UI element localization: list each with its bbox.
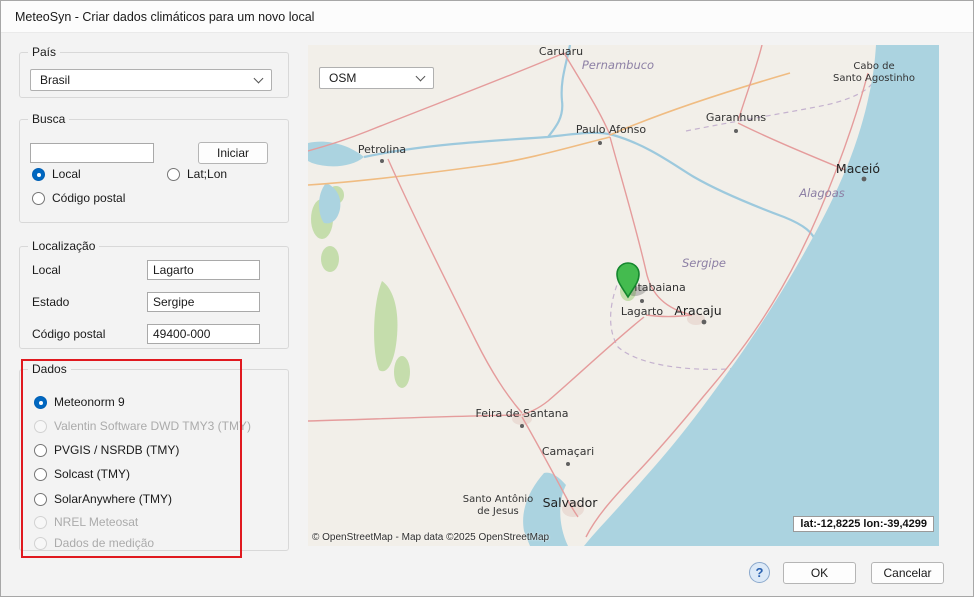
map-label-camacari: Camaçari bbox=[542, 445, 594, 458]
radio-valentin-dwd-tmy3: Valentin Software DWD TMY3 (TMY) bbox=[34, 419, 251, 433]
radio-dados-medicao: Dados de medição bbox=[34, 536, 154, 550]
map-label-cabo-line2: Santo Agostinho bbox=[833, 73, 915, 84]
map-label-santo-antonio-line2: de Jesus bbox=[477, 506, 519, 517]
window-title: MeteoSyn - Criar dados climáticos para u… bbox=[15, 10, 314, 24]
radio-circle bbox=[34, 493, 47, 506]
radio-circle bbox=[32, 168, 45, 181]
search-group: Busca Iniciar Local Lat;Lon Código posta… bbox=[19, 119, 289, 223]
radio-search-local[interactable]: Local bbox=[32, 167, 81, 181]
radio-circle bbox=[34, 420, 47, 433]
radio-label: Código postal bbox=[52, 191, 125, 205]
search-start-button[interactable]: Iniciar bbox=[198, 142, 268, 164]
data-source-group-label: Dados bbox=[28, 362, 71, 377]
country-group: País Brasil bbox=[19, 52, 289, 98]
country-group-label: País bbox=[28, 45, 60, 60]
field-label-postal: Código postal bbox=[32, 327, 105, 341]
location-group: Localização Local Estado Código postal bbox=[19, 246, 289, 349]
country-select-value: Brasil bbox=[40, 73, 70, 87]
map-label-pernambuco: Pernambuco bbox=[582, 58, 654, 72]
radio-circle bbox=[167, 168, 180, 181]
radio-label: Dados de medição bbox=[54, 536, 154, 550]
map-canvas[interactable]: Pernambuco Caruaru Cabo de Santo Agostin… bbox=[308, 45, 939, 546]
radio-circle bbox=[34, 396, 47, 409]
map-label-alagoas: Alagoas bbox=[798, 186, 844, 200]
field-label-local: Local bbox=[32, 263, 61, 277]
map-label-petrolina: Petrolina bbox=[358, 143, 406, 156]
map-label-garanhuns: Garanhuns bbox=[706, 111, 766, 124]
radio-label: Solcast (TMY) bbox=[54, 467, 130, 481]
window-title-bar: MeteoSyn - Criar dados climáticos para u… bbox=[1, 1, 973, 33]
radio-label: Meteonorm 9 bbox=[54, 395, 125, 409]
radio-label: SolarAnywhere (TMY) bbox=[54, 492, 172, 506]
radio-circle bbox=[34, 468, 47, 481]
field-postal-input[interactable] bbox=[147, 324, 260, 344]
radio-solaranywhere[interactable]: SolarAnywhere (TMY) bbox=[34, 492, 172, 506]
map-layer-select[interactable]: OSM bbox=[319, 67, 434, 89]
meteosyn-dialog: MeteoSyn - Criar dados climáticos para u… bbox=[0, 0, 974, 597]
radio-label: Valentin Software DWD TMY3 (TMY) bbox=[54, 419, 251, 433]
search-input[interactable] bbox=[30, 143, 154, 163]
radio-circle bbox=[34, 444, 47, 457]
map-label-paulo-afonso: Paulo Afonso bbox=[576, 123, 647, 136]
radio-search-latlon[interactable]: Lat;Lon bbox=[167, 167, 227, 181]
ok-button[interactable]: OK bbox=[783, 562, 856, 584]
location-group-label: Localização bbox=[28, 239, 99, 254]
map-label-aracaju: Aracaju bbox=[674, 303, 721, 318]
radio-circle bbox=[32, 192, 45, 205]
map-attribution: © OpenStreetMap - Map data ©2025 OpenStr… bbox=[312, 532, 549, 543]
field-local-input[interactable] bbox=[147, 260, 260, 280]
radio-search-postal[interactable]: Código postal bbox=[32, 191, 125, 205]
radio-meteonorm9[interactable]: Meteonorm 9 bbox=[34, 395, 125, 409]
radio-circle bbox=[34, 516, 47, 529]
help-button[interactable]: ? bbox=[749, 562, 770, 583]
field-label-estado: Estado bbox=[32, 295, 69, 309]
chevron-down-icon bbox=[416, 72, 426, 82]
map-label-lagarto: Lagarto bbox=[621, 305, 663, 318]
radio-label: Lat;Lon bbox=[187, 167, 227, 181]
radio-pvgis-nsrdb[interactable]: PVGIS / NSRDB (TMY) bbox=[34, 443, 179, 457]
map-label-sergipe: Sergipe bbox=[682, 256, 726, 270]
map-label-salvador: Salvador bbox=[543, 495, 599, 510]
radio-label: NREL Meteosat bbox=[54, 515, 138, 529]
map-label-santo-antonio-line1: Santo Antônio bbox=[463, 493, 533, 505]
map-panel[interactable]: Pernambuco Caruaru Cabo de Santo Agostin… bbox=[308, 45, 939, 546]
radio-solcast[interactable]: Solcast (TMY) bbox=[34, 467, 130, 481]
cancel-button[interactable]: Cancelar bbox=[871, 562, 944, 584]
map-label-caruaru: Caruaru bbox=[539, 45, 583, 58]
field-estado-input[interactable] bbox=[147, 292, 260, 312]
radio-label: Local bbox=[52, 167, 81, 181]
map-coordinates-readout: lat:-12,8225 lon:-39,4299 bbox=[793, 516, 934, 532]
chevron-down-icon bbox=[254, 74, 264, 84]
data-source-group: Dados Meteonorm 9 Valentin Software DWD … bbox=[19, 369, 289, 551]
map-layer-value: OSM bbox=[329, 71, 356, 85]
country-select[interactable]: Brasil bbox=[30, 69, 272, 91]
map-label-cabo-line1: Cabo de bbox=[853, 61, 894, 72]
radio-label: PVGIS / NSRDB (TMY) bbox=[54, 443, 179, 457]
question-mark-icon: ? bbox=[756, 565, 764, 580]
search-group-label: Busca bbox=[28, 112, 69, 127]
map-label-maceio: Maceió bbox=[836, 161, 880, 176]
map-label-feira-de-santana: Feira de Santana bbox=[475, 407, 568, 420]
radio-circle bbox=[34, 537, 47, 550]
radio-nrel-meteosat: NREL Meteosat bbox=[34, 515, 138, 529]
